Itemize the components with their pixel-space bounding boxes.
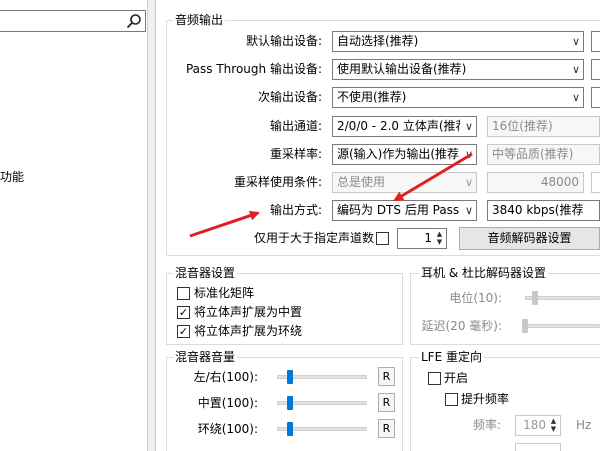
annotation-arrows bbox=[189, 152, 473, 238]
annotation-arrow-to-combo bbox=[393, 152, 473, 202]
annotation-arrow-to-label bbox=[189, 210, 260, 238]
